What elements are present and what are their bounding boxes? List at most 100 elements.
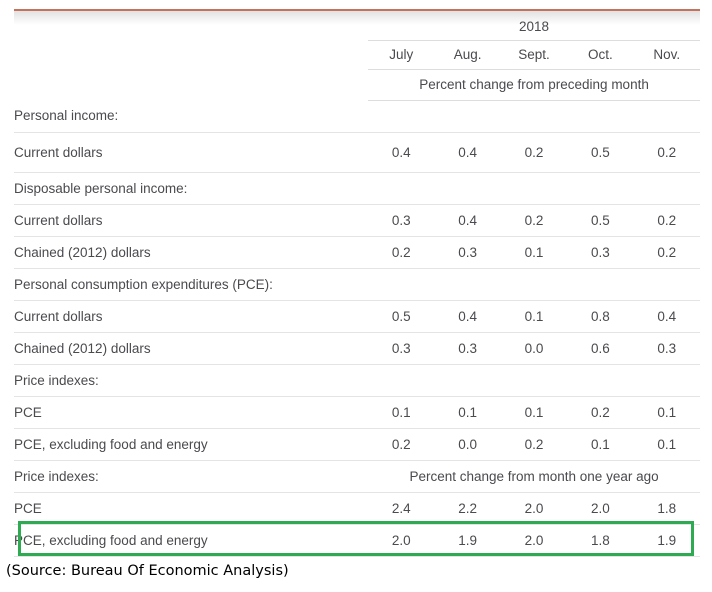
- table-header: 2018 July Aug. Sept. Oct. Nov. Percent c…: [14, 14, 700, 101]
- row-value: [368, 268, 435, 301]
- table-row: Current dollars 0.3 0.4 0.2 0.5 0.2: [14, 204, 700, 237]
- header-corner-cell-3: [14, 69, 368, 100]
- header-corner-cell-2: [14, 40, 368, 69]
- row-value: 1.8: [633, 492, 700, 525]
- row-label: Personal income:: [14, 100, 369, 133]
- row-value: [567, 364, 634, 397]
- table-row-highlighted: PCE, excluding food and energy 2.0 1.9 2…: [14, 524, 700, 557]
- row-value: [434, 100, 501, 133]
- row-value: 0.0: [500, 332, 568, 365]
- row-label: Chained (2012) dollars: [14, 332, 369, 365]
- row-value: [368, 100, 435, 133]
- row-value: 0.2: [633, 236, 700, 269]
- row-value: 2.2: [434, 492, 501, 525]
- row-value: 0.1: [633, 396, 700, 429]
- row-label: Current dollars: [14, 132, 369, 173]
- row-value: [633, 268, 700, 301]
- header-month-nov: Nov.: [633, 40, 700, 70]
- row-value: 0.8: [567, 300, 634, 333]
- row-label: Chained (2012) dollars: [14, 236, 369, 269]
- row-value: 0.1: [633, 428, 700, 461]
- row-value: 0.0: [434, 428, 501, 461]
- header-month-oct: Oct.: [567, 40, 634, 70]
- table-row: PCE, excluding food and energy 0.2 0.0 0…: [14, 428, 700, 461]
- table-row: Current dollars 0.4 0.4 0.2 0.5 0.2: [14, 132, 700, 173]
- row-value: 0.3: [434, 332, 501, 365]
- row-value: [633, 172, 700, 205]
- row-label: Current dollars: [14, 204, 369, 237]
- row-value: 0.3: [368, 332, 435, 365]
- row-value: 0.2: [633, 204, 700, 237]
- row-value: 0.1: [500, 300, 568, 333]
- row-value: [434, 268, 501, 301]
- row-label: PCE, excluding food and energy: [14, 428, 369, 461]
- table-row: PCE 0.1 0.1 0.1 0.2 0.1: [14, 396, 700, 429]
- table-row-unit-secondary: Price indexes: Percent change from month…: [14, 460, 700, 493]
- row-value: 0.2: [500, 132, 568, 173]
- header-row-months: July Aug. Sept. Oct. Nov.: [14, 40, 700, 70]
- row-value: 2.4: [368, 492, 435, 525]
- table-row: PCE 2.4 2.2 2.0 2.0 1.8: [14, 492, 700, 525]
- row-value: [500, 172, 568, 205]
- header-row-unit: Percent change from preceding month: [14, 69, 700, 101]
- row-value: 0.1: [500, 236, 568, 269]
- table-row: Price indexes:: [14, 364, 700, 397]
- header-month-aug: Aug.: [434, 40, 501, 70]
- row-value: 2.0: [500, 492, 568, 525]
- row-value: 1.9: [633, 524, 700, 557]
- row-value: 2.0: [567, 492, 634, 525]
- row-value: [567, 172, 634, 205]
- row-value: [500, 364, 568, 397]
- row-value: [434, 172, 501, 205]
- row-value: 0.2: [500, 428, 568, 461]
- row-value: 1.9: [434, 524, 501, 557]
- row-value: 0.6: [567, 332, 634, 365]
- row-value: 0.4: [434, 132, 501, 173]
- row-value: 0.1: [434, 396, 501, 429]
- row-label: Personal consumption expenditures (PCE):: [14, 268, 369, 301]
- table-row: Personal income:: [14, 100, 700, 133]
- row-value: 0.5: [567, 132, 634, 173]
- row-label: PCE, excluding food and energy: [14, 524, 369, 557]
- row-value: 0.3: [567, 236, 634, 269]
- source-caption: (Source: Bureau Of Economic Analysis): [6, 563, 289, 579]
- row-value: 0.5: [368, 300, 435, 333]
- table-row: Chained (2012) dollars 0.3 0.3 0.0 0.6 0…: [14, 332, 700, 365]
- row-value: [567, 268, 634, 301]
- row-value: 0.1: [567, 428, 634, 461]
- row-value: 0.4: [434, 204, 501, 237]
- row-value: 0.4: [368, 132, 435, 173]
- row-value: [500, 268, 568, 301]
- row-value: 2.0: [368, 524, 435, 557]
- table-row: Disposable personal income:: [14, 172, 700, 205]
- row-value: 0.2: [567, 396, 634, 429]
- table-row: Personal consumption expenditures (PCE):: [14, 268, 700, 301]
- row-value: 0.2: [633, 132, 700, 173]
- row-value: 1.8: [567, 524, 634, 557]
- row-value: 0.1: [368, 396, 435, 429]
- row-value: 0.3: [633, 332, 700, 365]
- row-value: 0.2: [368, 236, 435, 269]
- row-value: [500, 100, 568, 133]
- table-body: Personal income: Current dollars 0.4 0.4…: [14, 100, 700, 557]
- row-label: PCE: [14, 492, 369, 525]
- row-label: Current dollars: [14, 300, 369, 333]
- row-value: 0.1: [500, 396, 568, 429]
- row-value: [633, 364, 700, 397]
- header-year: 2018: [368, 14, 700, 41]
- header-unit-secondary: Percent change from month one year ago: [368, 460, 700, 493]
- row-value: 0.3: [368, 204, 435, 237]
- row-value: 0.2: [500, 204, 568, 237]
- header-row-year: 2018: [14, 14, 700, 41]
- row-label: Price indexes:: [14, 364, 369, 397]
- row-value: [368, 364, 435, 397]
- row-label: Disposable personal income:: [14, 172, 369, 205]
- row-value: 0.4: [633, 300, 700, 333]
- row-value: 0.5: [567, 204, 634, 237]
- row-value: [567, 100, 634, 133]
- row-value: 0.3: [434, 236, 501, 269]
- table-row: Chained (2012) dollars 0.2 0.3 0.1 0.3 0…: [14, 236, 700, 269]
- header-corner-cell: [14, 14, 368, 40]
- row-value: [368, 172, 435, 205]
- header-unit-primary: Percent change from preceding month: [368, 69, 700, 101]
